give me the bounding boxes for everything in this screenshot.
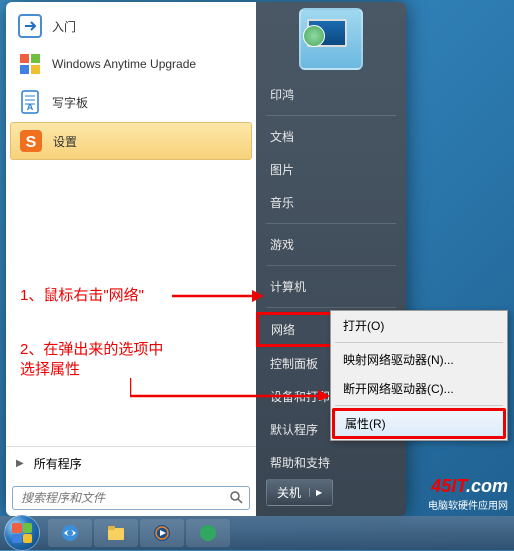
program-item-wordpad[interactable]: A 写字板 <box>10 84 252 120</box>
start-menu-left-panel: 入门 Windows Anytime Upgrade A 写字板 S 设置 <box>6 2 256 516</box>
right-item-games[interactable]: 游戏 <box>256 228 406 261</box>
context-item-disconnect-drive[interactable]: 断开网络驱动器(C)... <box>331 374 507 403</box>
program-label: Windows Anytime Upgrade <box>52 57 196 71</box>
taskbar-item-ie[interactable] <box>48 519 92 547</box>
annotation-arrow-2 <box>130 376 330 400</box>
separator <box>335 342 503 343</box>
svg-text:A: A <box>27 102 34 112</box>
shutdown-label: 关机 <box>277 484 301 501</box>
context-item-open[interactable]: 打开(O) <box>331 311 507 340</box>
all-programs-label: 所有程序 <box>34 455 82 472</box>
watermark-logo: 45IT.com <box>428 476 508 497</box>
shutdown-button[interactable]: 关机 ▶ <box>266 479 333 506</box>
separator <box>266 265 396 266</box>
right-item-computer[interactable]: 计算机 <box>256 270 406 303</box>
program-label: 写字板 <box>52 94 88 111</box>
taskbar-item-explorer[interactable] <box>94 519 138 547</box>
triangle-right-icon: ▶ <box>16 458 24 469</box>
sogou-settings-icon: S <box>17 127 45 155</box>
program-label: 入门 <box>52 18 76 35</box>
right-item-pictures[interactable]: 图片 <box>256 153 406 186</box>
svg-text:S: S <box>26 134 37 151</box>
program-label: 设置 <box>53 133 77 150</box>
separator <box>266 307 396 308</box>
user-picture[interactable] <box>299 8 363 70</box>
intro-icon <box>16 12 44 40</box>
context-item-map-drive[interactable]: 映射网络驱动器(N)... <box>331 345 507 374</box>
watermark-subtitle: 电脑软硬件应用网 <box>428 497 508 512</box>
annotation-1: 1、鼠标右击"网络" <box>20 284 144 305</box>
taskbar-item-app[interactable] <box>186 519 230 547</box>
annotation-2-line1: 2、在弹出来的选项中 <box>20 338 163 359</box>
annotation-2-line2: 选择属性 <box>20 358 80 379</box>
taskbar-item-media-player[interactable] <box>140 519 184 547</box>
right-item-music[interactable]: 音乐 <box>256 186 406 219</box>
separator <box>266 115 396 116</box>
shutdown-area: 关机 ▶ <box>256 479 406 516</box>
search-box[interactable] <box>12 486 250 510</box>
windows-flag-icon <box>16 50 44 78</box>
right-item-user[interactable]: 印鸿 <box>256 78 406 111</box>
wordpad-icon: A <box>16 88 44 116</box>
separator <box>335 405 503 406</box>
search-area <box>6 480 256 516</box>
chevron-right-icon[interactable]: ▶ <box>309 488 322 497</box>
search-input[interactable] <box>13 491 223 505</box>
program-item-intro[interactable]: 入门 <box>10 8 252 44</box>
context-item-properties[interactable]: 属性(R) <box>332 408 506 439</box>
taskbar <box>0 516 514 550</box>
program-item-settings[interactable]: S 设置 <box>10 122 252 160</box>
separator <box>266 223 396 224</box>
network-context-menu: 打开(O) 映射网络驱动器(N)... 断开网络驱动器(C)... 属性(R) <box>330 310 508 441</box>
start-button[interactable] <box>4 515 40 551</box>
program-item-anytime-upgrade[interactable]: Windows Anytime Upgrade <box>10 46 252 82</box>
search-icon <box>223 490 249 507</box>
network-monitor-icon <box>307 19 355 59</box>
right-item-help[interactable]: 帮助和支持 <box>256 446 406 479</box>
right-item-documents[interactable]: 文档 <box>256 120 406 153</box>
all-programs-button[interactable]: ▶ 所有程序 <box>6 446 256 480</box>
watermark: 45IT.com 电脑软硬件应用网 <box>428 476 508 512</box>
annotation-arrow-1 <box>172 288 264 304</box>
